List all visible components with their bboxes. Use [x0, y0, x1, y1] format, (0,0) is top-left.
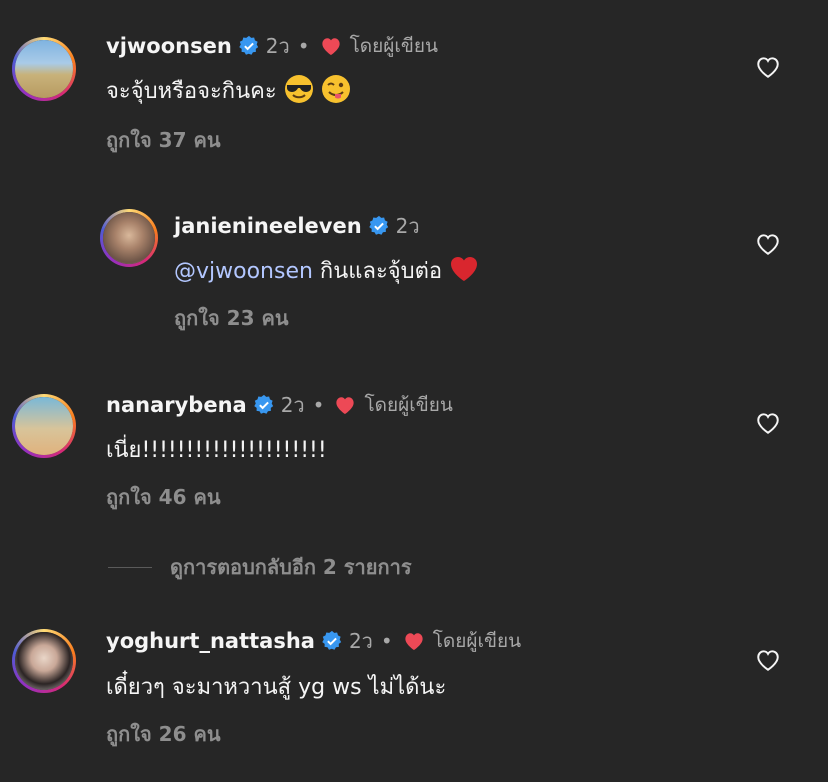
username[interactable]: vjwoonsen — [106, 34, 232, 58]
comment-text: จะจุ้บหรือจะกินคะ — [106, 73, 351, 108]
sunglasses-emoji-icon — [284, 75, 313, 103]
timestamp: 2ว — [280, 393, 305, 417]
timestamp: 2ว — [348, 629, 373, 653]
verified-badge-icon — [322, 630, 342, 650]
username[interactable]: yoghurt_nattasha — [106, 629, 315, 653]
username[interactable]: nanarybena — [106, 393, 247, 417]
author-heart-icon — [405, 633, 423, 651]
avatar[interactable] — [100, 209, 158, 267]
timestamp: 2ว — [265, 34, 290, 58]
like-heart-icon[interactable] — [755, 232, 781, 256]
liked-by-author-label: โดยผู้เขียน — [349, 35, 438, 57]
username[interactable]: janienineeleven — [174, 214, 362, 238]
divider — [108, 566, 152, 568]
likes-count[interactable]: ถูกใจ 46 คน — [106, 481, 221, 513]
red-heart-emoji-icon — [451, 257, 478, 281]
mention-link[interactable]: @vjwoonsen — [174, 259, 313, 284]
author-heart-icon — [321, 38, 340, 56]
separator-dot: • — [297, 34, 310, 58]
winking-tongue-emoji-icon — [321, 75, 350, 103]
like-heart-icon[interactable] — [755, 411, 781, 435]
verified-badge-icon — [368, 215, 388, 235]
comment-text: @vjwoonsen กินและจุ้บต่อ — [174, 253, 479, 288]
separator-dot: • — [380, 629, 393, 653]
comment-text: เนี่ย!!!!!!!!!!!!!!!!!!!!! — [106, 438, 327, 463]
liked-by-author-label: โดยผู้เขียน — [432, 630, 522, 652]
separator-dot: • — [312, 393, 325, 417]
liked-by-author-label: โดยผู้เขียน — [364, 394, 453, 416]
like-heart-icon[interactable] — [755, 648, 781, 672]
view-more-replies-button[interactable]: ดูการตอบกลับอีก 2 รายการ — [108, 551, 412, 583]
author-heart-icon — [336, 397, 355, 415]
verified-badge-icon — [253, 394, 273, 414]
timestamp: 2ว — [395, 214, 420, 238]
avatar[interactable] — [12, 629, 76, 693]
verified-badge-icon — [239, 35, 258, 55]
avatar[interactable] — [12, 394, 76, 458]
likes-count[interactable]: ถูกใจ 26 คน — [106, 718, 221, 750]
likes-count[interactable]: ถูกใจ 37 คน — [106, 124, 221, 156]
view-more-replies-label: ดูการตอบกลับอีก 2 รายการ — [170, 555, 412, 579]
comment-text: เดี๋ยวๆ จะมาหวานสู้ yg ws ไม่ได้นะ — [106, 675, 447, 700]
likes-count[interactable]: ถูกใจ 23 คน — [174, 302, 289, 334]
avatar[interactable] — [12, 37, 76, 101]
like-heart-icon[interactable] — [755, 55, 781, 79]
